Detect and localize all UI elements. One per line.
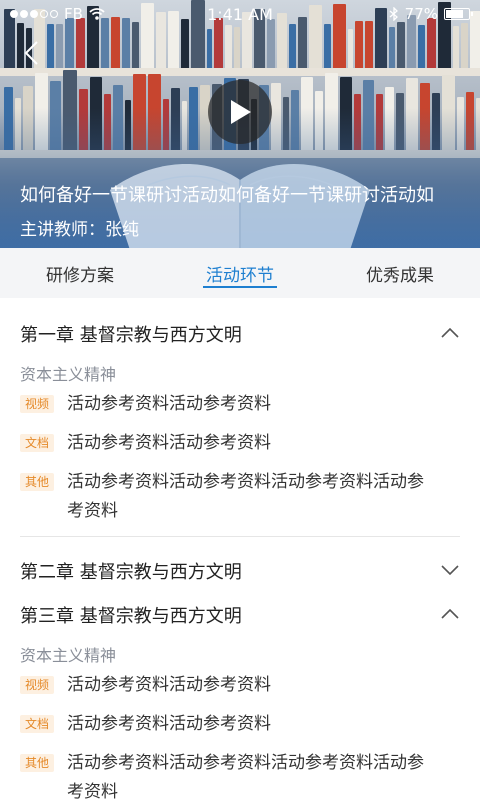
resource-title: 活动参考资料活动参考资料活动参考资料活动参考资料 xyxy=(67,753,425,800)
chapter-list: 第一章 基督宗教与西方文明 资本主义精神 视频 活动参考资料活动参考资料 文档 … xyxy=(0,298,480,800)
resource-item[interactable]: 文档 活动参考资料活动参考资料 xyxy=(0,710,480,739)
book-spine xyxy=(397,22,405,70)
resource-item[interactable]: 其他 活动参考资料活动参考资料活动参考资料活动参考资料 xyxy=(0,468,480,526)
book-spine xyxy=(365,21,373,70)
chevron-up-icon xyxy=(441,327,459,338)
section-title: 资本主义精神 xyxy=(20,365,117,384)
status-time: 1:41 AM xyxy=(207,4,273,24)
status-bar: FB 1:41 AM 77% xyxy=(0,0,480,28)
resource-type-badge: 其他 xyxy=(20,473,55,491)
teacher-name: 张纯 xyxy=(105,220,139,240)
video-cover: FB 1:41 AM 77% 如何备好一节课研讨活动如何备好一节课研讨活动如 主… xyxy=(0,0,480,248)
book-spine xyxy=(355,21,363,70)
chapter-header[interactable]: 第二章 基督宗教与西方文明 xyxy=(0,549,480,593)
resource-title: 活动参考资料活动参考资料 xyxy=(67,433,272,453)
resource-title: 活动参考资料活动参考资料 xyxy=(67,675,272,695)
resource-item[interactable]: 视频 活动参考资料活动参考资料 xyxy=(0,390,480,419)
tab-results[interactable]: 优秀成果 xyxy=(320,248,480,298)
tab-bar: 研修方案 活动环节 优秀成果 xyxy=(0,248,480,298)
tab-label: 活动环节 xyxy=(206,265,274,286)
book-spine xyxy=(132,22,139,70)
divider xyxy=(20,536,460,537)
resource-type-badge: 文档 xyxy=(20,715,55,733)
resource-title: 活动参考资料活动参考资料活动参考资料活动参考资料 xyxy=(67,472,425,521)
chapter-header[interactable]: 第一章 基督宗教与西方文明 xyxy=(0,312,480,356)
resource-type-badge: 文档 xyxy=(20,434,55,452)
tab-plan[interactable]: 研修方案 xyxy=(0,248,160,298)
chevron-left-icon xyxy=(24,41,38,65)
play-icon xyxy=(231,100,251,124)
chevron-down-icon xyxy=(441,565,459,576)
resource-item[interactable]: 其他 活动参考资料活动参考资料活动参考资料活动参考资料 xyxy=(0,749,480,800)
resource-type-badge: 视频 xyxy=(20,395,55,413)
resource-type-badge: 视频 xyxy=(20,676,55,694)
resource-title: 活动参考资料活动参考资料 xyxy=(67,394,272,414)
tab-activities[interactable]: 活动环节 xyxy=(160,248,320,298)
course-title: 如何备好一节课研讨活动如何备好一节课研讨活动如 xyxy=(20,185,434,206)
tab-label: 优秀成果 xyxy=(366,265,434,286)
chapter-title: 第三章 基督宗教与西方文明 xyxy=(20,606,242,627)
resource-item[interactable]: 文档 活动参考资料活动参考资料 xyxy=(0,429,480,458)
chapter-title: 第二章 基督宗教与西方文明 xyxy=(20,562,242,583)
chapter-title: 第一章 基督宗教与西方文明 xyxy=(20,325,242,346)
battery-icon xyxy=(444,8,473,20)
resource-title: 活动参考资料活动参考资料 xyxy=(67,714,272,734)
teacher-line: 主讲教师： 张纯 xyxy=(20,215,139,240)
chapter-header[interactable]: 第三章 基督宗教与西方文明 xyxy=(0,593,480,637)
play-button[interactable] xyxy=(208,80,272,144)
chevron-up-icon xyxy=(441,608,459,619)
resource-item[interactable]: 视频 活动参考资料活动参考资料 xyxy=(0,671,480,700)
resource-type-badge: 其他 xyxy=(20,754,55,772)
section-title: 资本主义精神 xyxy=(20,646,117,665)
active-tab-indicator xyxy=(203,286,277,288)
book-spine xyxy=(461,23,468,70)
tab-label: 研修方案 xyxy=(46,265,114,286)
teacher-label: 主讲教师： xyxy=(20,220,105,240)
back-button[interactable] xyxy=(18,38,48,68)
